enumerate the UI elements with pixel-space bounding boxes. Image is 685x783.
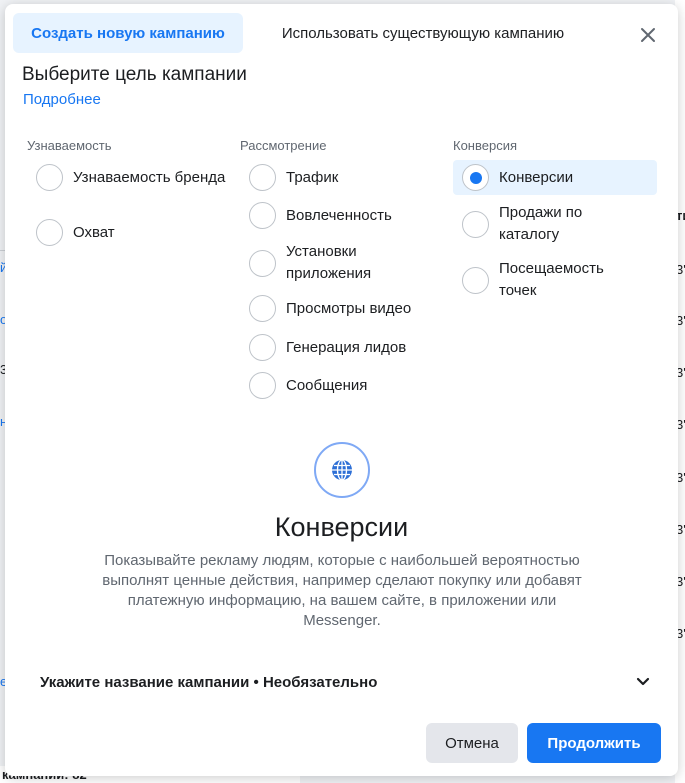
learn-more-link[interactable]: Подробнее xyxy=(23,91,101,108)
globe-icon xyxy=(332,459,352,481)
close-button[interactable] xyxy=(633,20,663,50)
radio-button[interactable] xyxy=(249,164,276,191)
option-label: Просмотры видео xyxy=(286,299,412,317)
column-label-awareness: Узнаваемость xyxy=(27,138,112,153)
radio-button[interactable] xyxy=(249,334,276,361)
campaign-name-expander[interactable]: Укажите название кампании • Необязательн… xyxy=(40,668,650,696)
option-label: Узнаваемость бренда xyxy=(73,168,226,186)
option-traffic[interactable]: Трафик xyxy=(249,164,439,191)
column-label-conversion: Конверсия xyxy=(453,138,518,153)
radio-button[interactable] xyxy=(249,295,276,322)
chevron-down-icon xyxy=(636,677,650,686)
campaign-modal: Создать новую кампанию Использовать суще… xyxy=(5,4,678,776)
close-icon xyxy=(641,28,655,42)
radio-button-checked[interactable] xyxy=(462,164,489,191)
option-app-installs[interactable]: Установки приложения xyxy=(249,241,389,285)
radio-button[interactable] xyxy=(462,266,489,294)
option-store-traffic[interactable]: Посещаемость точек xyxy=(462,258,632,302)
option-conversions[interactable]: Конверсии xyxy=(453,160,657,195)
column-label-consideration: Рассмотрение xyxy=(240,138,327,153)
option-video-views[interactable]: Просмотры видео xyxy=(249,295,439,322)
option-label: Установки приложения xyxy=(286,243,372,282)
cancel-button[interactable]: Отмена xyxy=(426,723,518,763)
option-label: Трафик xyxy=(286,168,339,186)
tab-create-campaign[interactable]: Создать новую кампанию xyxy=(13,13,243,53)
radio-button[interactable] xyxy=(249,372,276,399)
radio-button[interactable] xyxy=(249,202,276,229)
radio-button[interactable] xyxy=(249,249,276,277)
objective-description: Показывайте рекламу людям, которые с наи… xyxy=(102,552,582,629)
option-catalog-sales[interactable]: Продажи по каталогу xyxy=(462,202,602,246)
option-label: Посещаемость точек xyxy=(499,260,604,299)
radio-button[interactable] xyxy=(36,164,63,191)
objective-icon-circle xyxy=(314,442,370,498)
radio-button[interactable] xyxy=(462,210,489,238)
option-label: Продажи по каталогу xyxy=(499,204,583,243)
option-messages[interactable]: Сообщения xyxy=(249,372,439,399)
objective-title: Конверсии xyxy=(274,512,409,542)
option-label: Охват xyxy=(73,223,115,241)
radio-button[interactable] xyxy=(36,219,63,246)
tab-existing-campaign[interactable]: Использовать существующую кампанию xyxy=(263,13,583,53)
option-engagement[interactable]: Вовлеченность xyxy=(249,202,439,229)
option-reach[interactable]: Охват xyxy=(36,219,226,246)
option-label: Сообщения xyxy=(286,376,368,394)
continue-button[interactable]: Продолжить xyxy=(527,723,661,763)
option-lead-generation[interactable]: Генерация лидов xyxy=(249,334,439,361)
option-label: Вовлеченность xyxy=(286,206,392,224)
option-brand-awareness[interactable]: Узнаваемость бренда xyxy=(36,164,226,191)
campaign-name-label: Укажите название кампании • Необязательн… xyxy=(40,673,378,691)
option-label: Генерация лидов xyxy=(286,338,407,356)
page-title: Выберите цель кампании xyxy=(22,64,247,85)
option-label: Конверсии xyxy=(499,168,574,186)
